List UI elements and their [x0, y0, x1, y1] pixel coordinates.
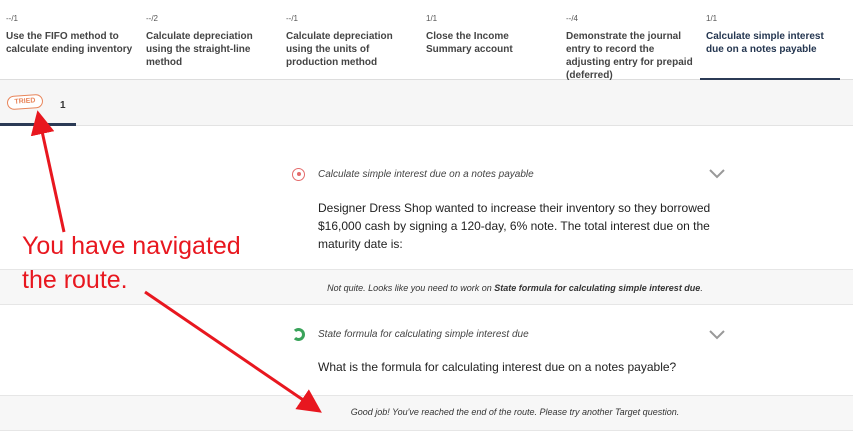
feedback-link[interactable]: State formula for calculating simple int… [494, 283, 700, 293]
tab-count: --/1 [286, 14, 298, 23]
feedback-prefix: Not quite. Looks like you need to work o… [327, 283, 495, 293]
question-text: What is the formula for calculating inte… [318, 360, 677, 374]
page: --/1 Use the FIFO method to calculate en… [0, 0, 853, 439]
attempt-number: 1 [60, 100, 66, 111]
check-correct-icon [292, 327, 305, 341]
tab-title: Calculate depreciation using the units o… [286, 31, 393, 68]
tab-count: --/1 [6, 14, 18, 23]
question-title: State formula for calculating simple int… [318, 328, 529, 340]
question-text: Designer Dress Shop wanted to increase t… [318, 201, 711, 251]
tab-title: Close the Income Summary account [426, 31, 513, 55]
chevron-down-icon[interactable] [709, 169, 725, 179]
tab-count: 1/1 [426, 14, 438, 23]
tab-title: Calculate simple interest due on a notes… [706, 31, 824, 55]
feedback-suffix: . [700, 283, 703, 293]
tab-title: Calculate depreciation using the straigh… [146, 31, 253, 68]
tab-straight-line[interactable]: --/2 Calculate depreciation using the st… [140, 0, 280, 80]
chevron-down-icon[interactable] [709, 330, 725, 340]
tab-simple-interest[interactable]: 1/1 Calculate simple interest due on a n… [700, 0, 840, 80]
tab-units-of-production[interactable]: --/1 Calculate depreciation using the un… [280, 0, 420, 80]
tab-count: 1/1 [706, 14, 718, 23]
question-header: State formula for calculating simple int… [292, 326, 529, 342]
annotation-text: You have navigated the route. [22, 229, 282, 297]
question-block-2: State formula for calculating simple int… [0, 305, 853, 395]
tab-count: --/2 [146, 14, 158, 23]
annotation-line-1: You have navigated [22, 232, 241, 260]
target-wrong-icon [292, 167, 305, 181]
annotation-line-2: the route. [22, 266, 128, 294]
objective-tabs: --/1 Use the FIFO method to calculate en… [0, 0, 853, 80]
tab-title: Demonstrate the journal entry to record … [566, 31, 693, 80]
tab-title: Use the FIFO method to calculate ending … [6, 31, 133, 55]
question-title: Calculate simple interest due on a notes… [318, 168, 534, 180]
tab-fifo[interactable]: --/1 Use the FIFO method to calculate en… [0, 0, 140, 80]
tab-income-summary[interactable]: 1/1 Close the Income Summary account [420, 0, 560, 80]
feedback-bar-2: Good job! You've reached the end of the … [0, 395, 853, 431]
attempt-tab-1[interactable]: TRIED 1 [0, 80, 76, 126]
tried-badge: TRIED [6, 93, 44, 111]
tab-count: --/4 [566, 14, 578, 23]
tab-journal-entry[interactable]: --/4 Demonstrate the journal entry to re… [560, 0, 700, 80]
attempt-bar: TRIED 1 [0, 80, 853, 126]
question-header: Calculate simple interest due on a notes… [292, 166, 534, 182]
